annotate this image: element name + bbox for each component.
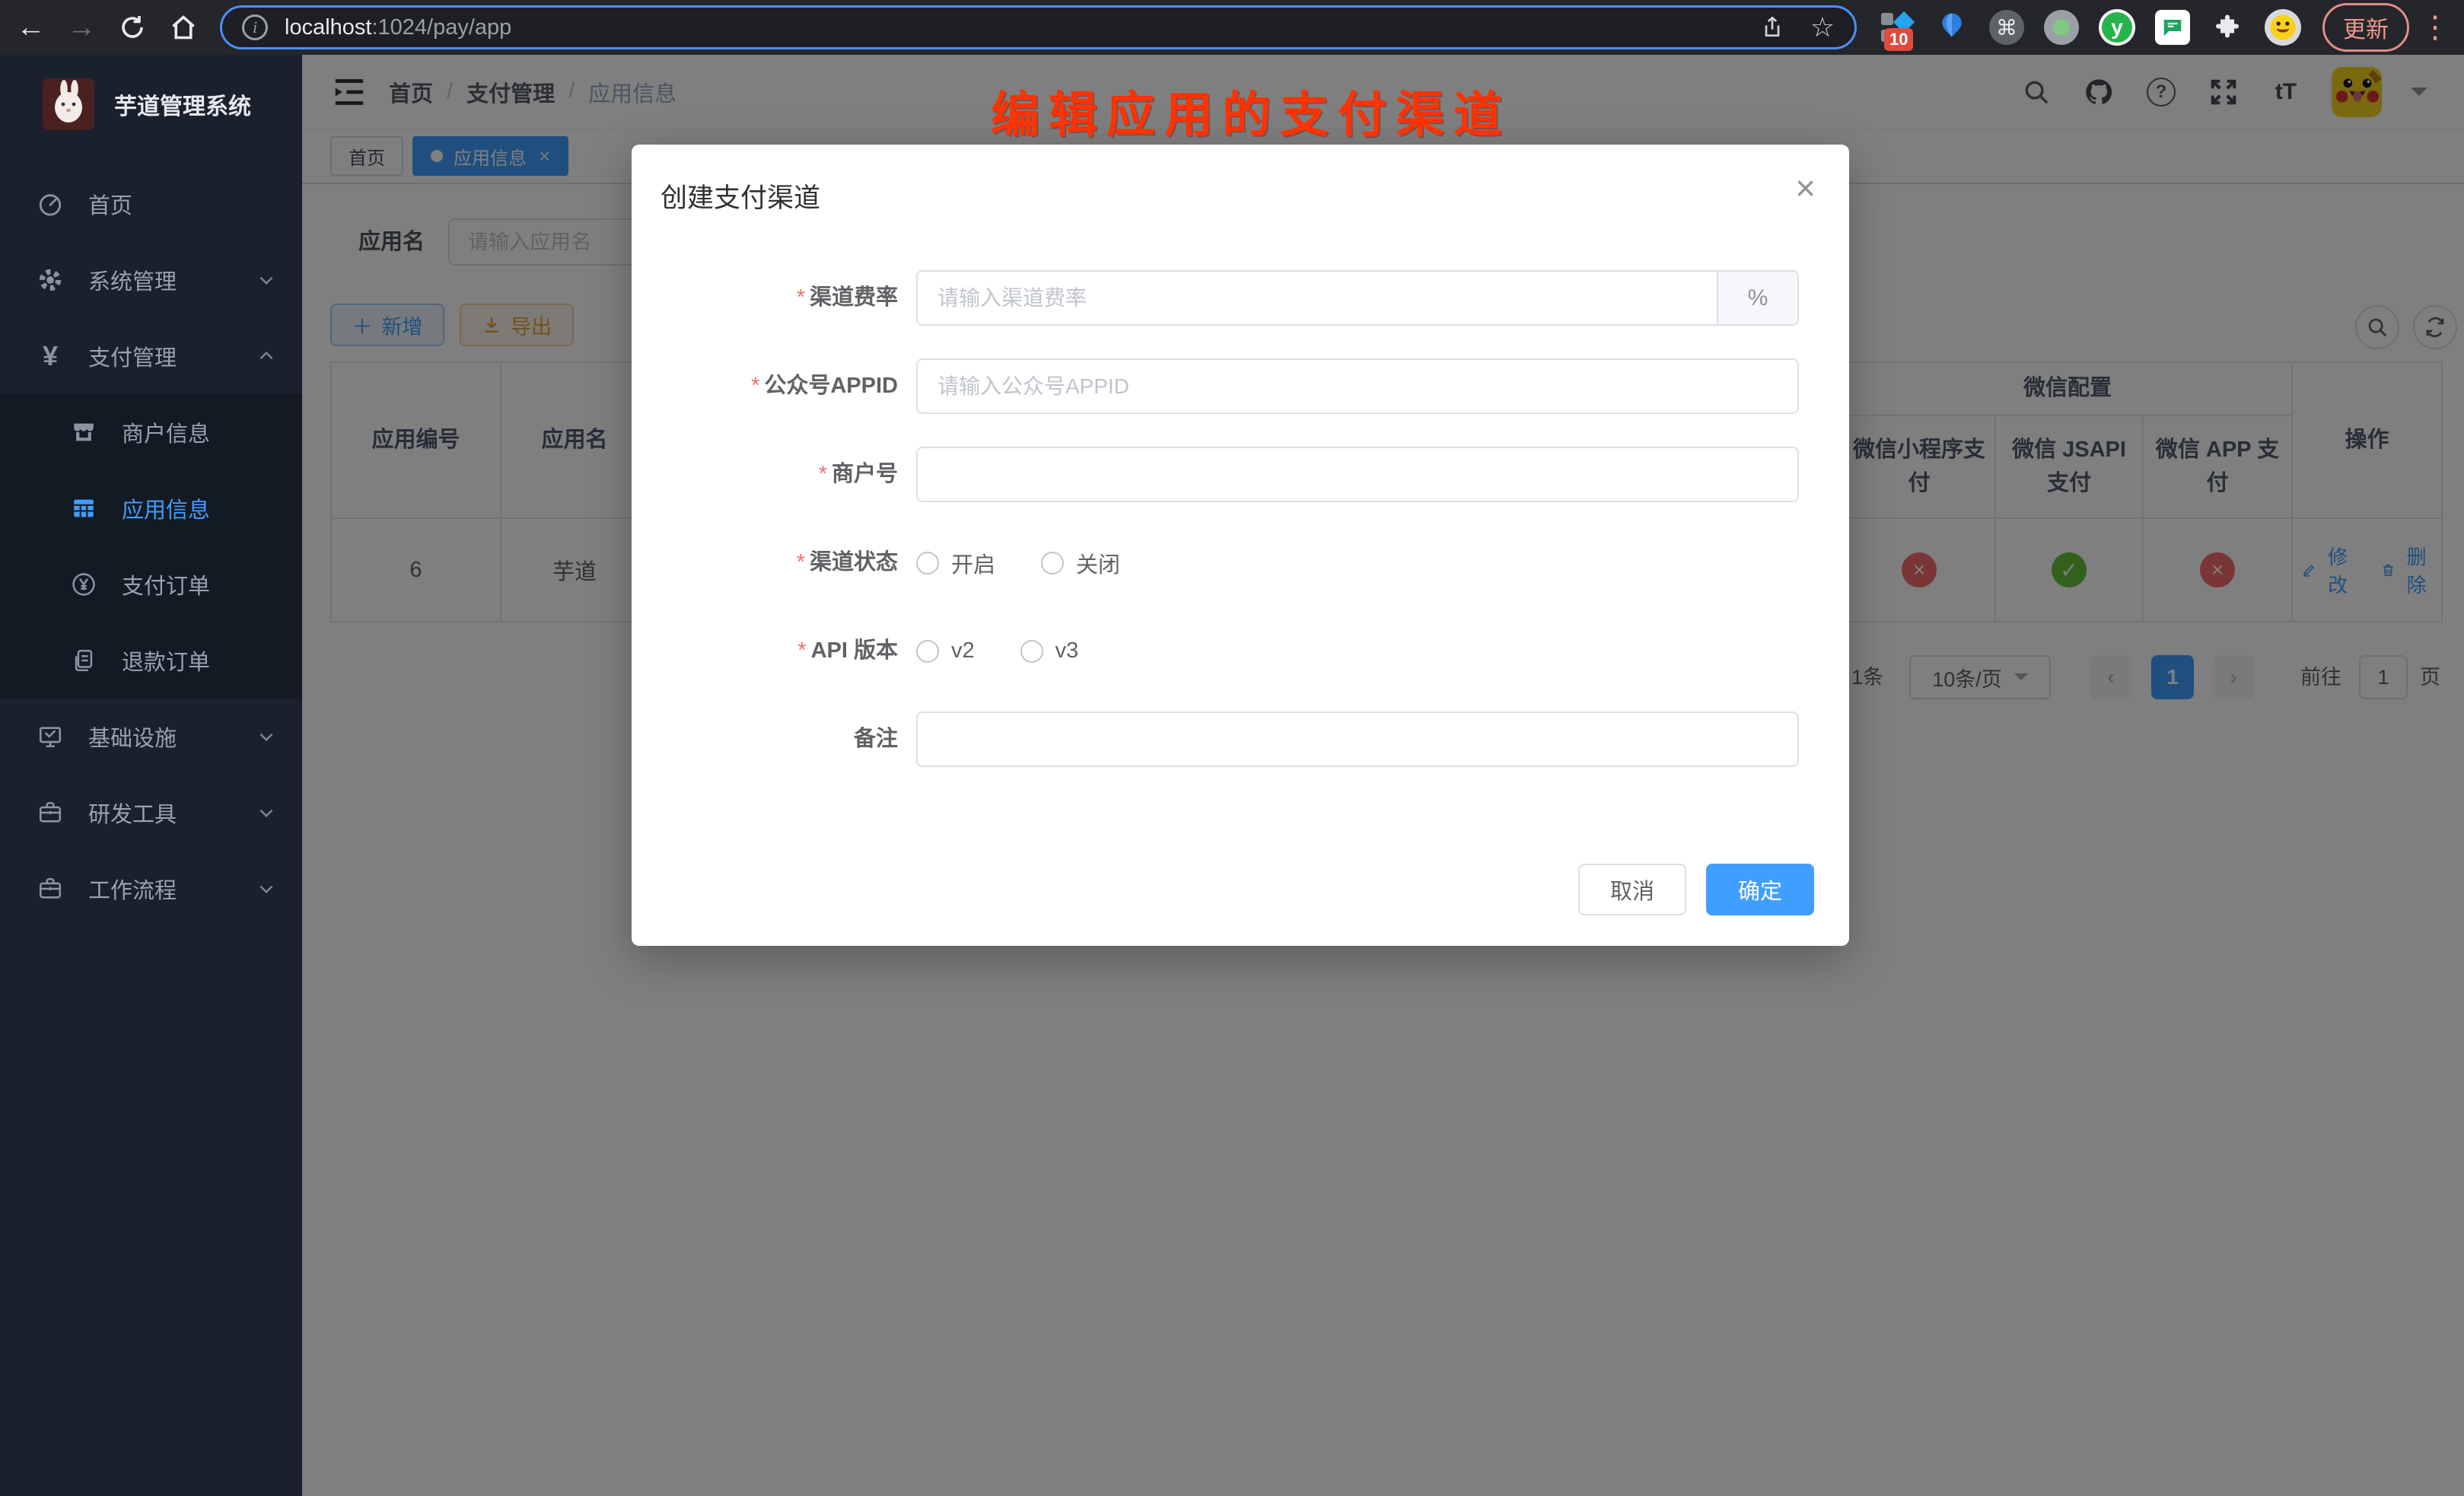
ext-balloon-icon[interactable] <box>1934 10 1969 45</box>
browser-menu-icon[interactable]: ⋮ <box>2420 10 2450 45</box>
dialog-form: *渠道费率 % *公众号APPID *商户号 *渠道状态 <box>632 270 1849 800</box>
radio-api-v3[interactable]: v3 <box>1020 638 1079 664</box>
app-title: 芋道管理系统 <box>114 88 251 121</box>
chevron-down-icon <box>256 727 276 746</box>
briefcase-icon <box>29 876 72 902</box>
form-row-rate: *渠道费率 % <box>632 270 1849 326</box>
radio-circle-icon <box>1020 640 1043 663</box>
sidebar-item-pay-orders[interactable]: 支付订单 <box>0 546 302 622</box>
browser-reload-icon[interactable] <box>113 6 153 49</box>
extensions-puzzle-icon[interactable] <box>2210 10 2245 45</box>
documents-icon <box>62 648 105 673</box>
ext-record-icon[interactable] <box>2044 10 2079 45</box>
sidebar-item-refund-orders[interactable]: 退款订单 <box>0 622 302 699</box>
channel-rate-input[interactable] <box>918 272 1717 324</box>
sidebar-item-merchant-info[interactable]: 商户信息 <box>0 394 302 470</box>
sidebar-item-payment[interactable]: ¥ 支付管理 <box>0 318 302 394</box>
sidebar-item-system[interactable]: 系统管理 <box>0 242 302 318</box>
browser-forward-icon[interactable]: → <box>62 6 102 49</box>
ext-chat-icon[interactable] <box>2155 10 2190 45</box>
create-pay-channel-dialog: 创建支付渠道 × *渠道费率 % *公众号APPID *商户号 * <box>632 145 1849 946</box>
sidebar-item-infrastructure[interactable]: 基础设施 <box>0 699 302 775</box>
ext-grid-icon[interactable]: 10 <box>1880 10 1915 45</box>
chevron-down-icon <box>256 879 276 899</box>
form-row-status: *渠道状态 开启 关闭 <box>632 535 1849 590</box>
ext-emoji-icon[interactable] <box>2265 9 2301 46</box>
site-info-icon[interactable]: i <box>242 14 268 40</box>
bookmark-star-icon[interactable]: ☆ <box>1810 11 1835 43</box>
annotation-text: 编辑应用的支付渠道 <box>991 76 1511 146</box>
required-asterisk: * <box>797 285 805 310</box>
form-row-remark: 备注 <box>632 711 1849 767</box>
sidebar-item-dev-tools[interactable]: 研发工具 <box>0 775 302 851</box>
browser-back-icon[interactable]: ← <box>11 6 51 49</box>
ext-y-icon[interactable]: y <box>2099 9 2135 46</box>
yen-icon: ¥ <box>29 340 72 372</box>
radio-circle-icon <box>1041 552 1064 575</box>
merchant-id-input[interactable] <box>916 447 1799 502</box>
cancel-button[interactable]: 取消 <box>1578 864 1686 915</box>
radio-status-closed[interactable]: 关闭 <box>1041 547 1120 579</box>
required-asterisk: * <box>819 462 827 486</box>
dialog-close-icon[interactable]: × <box>1795 167 1816 208</box>
url-text[interactable]: localhost:1024/pay/app <box>285 15 511 40</box>
browser-home-icon[interactable] <box>163 6 203 49</box>
sidebar-menu: 首页 系统管理 ¥ 支付管理 商户信息 <box>0 166 302 927</box>
radio-status-open[interactable]: 开启 <box>916 547 995 579</box>
percent-suffix: % <box>1717 272 1797 324</box>
address-bar[interactable]: i localhost:1024/pay/app ☆ <box>220 5 1857 49</box>
extension-row: 10 ⌘ y <box>1880 9 2301 46</box>
chevron-down-icon <box>256 270 276 290</box>
dialog-title: 创建支付渠道 <box>661 177 820 215</box>
browser-toolbar: ← → i localhost:1024/pay/app ☆ 10 ⌘ <box>0 0 2464 55</box>
shop-icon <box>62 419 105 445</box>
confirm-button[interactable]: 确定 <box>1706 864 1814 915</box>
browser-update-button[interactable]: 更新 <box>2322 3 2409 52</box>
sidebar-item-home[interactable]: 首页 <box>0 166 302 242</box>
chevron-down-icon <box>256 803 276 823</box>
radio-circle-icon <box>916 552 939 575</box>
form-row-appid: *公众号APPID <box>632 358 1849 414</box>
required-asterisk: * <box>797 550 805 575</box>
ext-command-icon[interactable]: ⌘ <box>1989 10 2024 45</box>
sidebar-item-app-info[interactable]: 应用信息 <box>0 470 302 546</box>
chevron-up-icon <box>256 346 276 366</box>
yen-circle-icon <box>62 571 105 597</box>
form-row-merchant: *商户号 <box>632 447 1849 502</box>
logo-bunny-icon <box>43 78 94 130</box>
share-icon[interactable] <box>1760 15 1784 40</box>
required-asterisk: * <box>797 638 806 663</box>
sidebar-submenu-payment: 商户信息 应用信息 支付订单 退款订单 <box>0 394 302 699</box>
ext-badge: 10 <box>1884 28 1913 51</box>
radio-api-v2[interactable]: v2 <box>916 638 975 664</box>
sidebar-item-workflow[interactable]: 工作流程 <box>0 851 302 927</box>
briefcase-icon <box>29 800 72 826</box>
official-appid-input[interactable] <box>916 358 1799 414</box>
monitor-icon <box>29 724 72 750</box>
dialog-footer: 取消 确定 <box>1578 864 1814 915</box>
grid-icon <box>62 495 105 521</box>
required-asterisk: * <box>751 374 759 398</box>
gear-icon <box>29 267 72 293</box>
app-logo-row[interactable]: 芋道管理系统 <box>0 55 302 138</box>
form-row-api-version: *API 版本 v2 v3 <box>632 623 1849 679</box>
sidebar: 芋道管理系统 首页 系统管理 ¥ 支付管理 <box>0 55 302 1496</box>
dashboard-icon <box>29 191 72 217</box>
radio-circle-icon <box>916 640 939 663</box>
remark-input[interactable] <box>916 711 1799 767</box>
